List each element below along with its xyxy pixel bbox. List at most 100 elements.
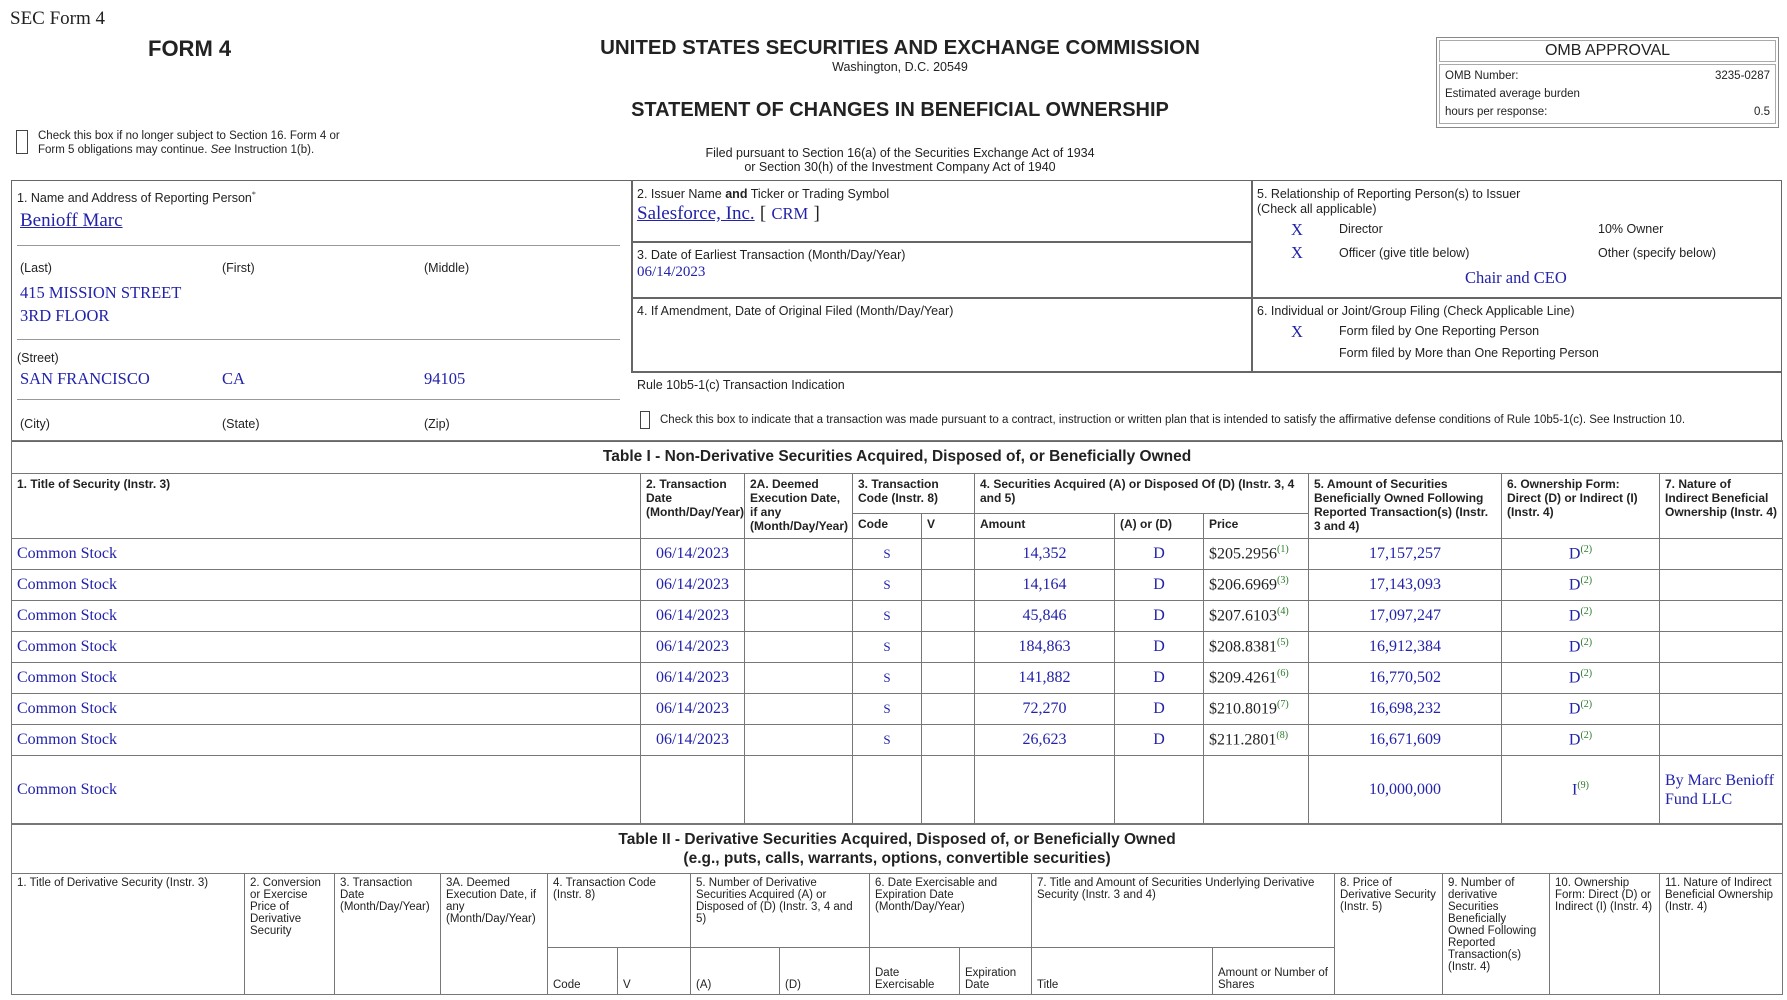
footnote-ref[interactable]: (7) [1277,699,1289,710]
last-label: (Last) [20,261,52,275]
director-check[interactable]: X [1291,220,1303,240]
t1-aord: (A) or (D) [1114,513,1204,539]
b2c: Ticker or Trading Symbol [747,187,890,201]
code-value: S [883,608,891,623]
amount-value: 14,352 [1022,545,1067,562]
rule-text: Check this box to indicate that a transa… [660,414,1686,426]
cell-empty [921,724,975,756]
cell-code: S [852,569,922,601]
cell-code: S [852,600,922,632]
cell-empty [921,600,975,632]
form-value: D [1568,669,1581,687]
footnote-ref[interactable]: (2) [1580,575,1592,586]
box6-label: 6. Individual or Joint/Group Filing (Che… [1257,304,1575,318]
cell-nature [1658,631,1784,663]
zip-label: (Zip) [424,417,450,431]
table-row: Common Stock 06/14/2023 S 45,846 D $207.6103(… [11,600,1784,632]
filed-line2: or Section 30(h) of the Investment Compa… [744,160,1056,174]
t2-exp: Expiration Date [959,947,1032,995]
cell-empty [921,538,975,570]
cell-price [1203,755,1309,825]
filed-pursuant: Filed pursuant to Section 16(a) of the S… [600,146,1200,174]
t1-h6: 6. Ownership Form: Direct (D) or Indirec… [1501,473,1660,539]
officer-check[interactable]: X [1291,243,1303,263]
footnote-ref[interactable]: (2) [1580,637,1592,648]
code-value: S [883,732,891,747]
t2-h1: 1. Title of Derivative Security (Instr. … [11,873,245,995]
cell-code: S [852,693,922,725]
cell-owned: 10,000,000 [1308,755,1502,825]
title-value: Common Stock [17,700,118,717]
t1-h3: 3. Transaction Code (Instr. 8) [852,473,975,514]
footnote-ref[interactable]: (1) [1277,544,1289,555]
t2-title1: Table II - Derivative Securities Acquire… [618,830,1176,848]
issuer-link[interactable]: Salesforce, Inc. [637,203,755,224]
street-label: (Street) [17,351,59,365]
cell-title: Common Stock [11,755,641,825]
form-value: D [1568,731,1581,749]
cell-form: D(2) [1501,600,1660,632]
cell-nature [1658,538,1784,570]
cell-price: $211.2801(8) [1203,724,1309,756]
cell-price: $208.8381(5) [1203,631,1309,663]
footnote-ref[interactable]: (5) [1277,637,1289,648]
footnote-ref[interactable]: (2) [1580,668,1592,679]
footnote-ref[interactable]: (6) [1277,668,1289,679]
footnote-ref[interactable]: (2) [1580,606,1592,617]
middle-label: (Middle) [424,261,470,275]
footnote-ref[interactable]: (2) [1580,544,1592,555]
footnote-ref[interactable]: (4) [1277,606,1289,617]
cell-date: 06/14/2023 [640,569,745,601]
t1-h2a: 2A. Deemed Execution Date, if any (Month… [744,473,853,539]
officer-label: Officer (give title below) [1339,246,1470,260]
omb-number-row: OMB Number: 3235-0287 [1445,67,1770,85]
cell-ad: D [1114,631,1204,663]
cell-date: 06/14/2023 [640,662,745,694]
ad-value: D [1153,731,1165,748]
reporting-person-link[interactable]: Benioff Marc [20,210,123,232]
footnote-ref[interactable]: (2) [1580,699,1592,710]
cell-nature [1658,662,1784,694]
t1-h2: 2. Transaction Date (Month/Day/Year) [640,473,745,539]
cell-owned: 16,770,502 [1308,662,1502,694]
t2-title: Title [1031,947,1213,995]
t2-h9: 9. Number of derivative Securities Benef… [1442,873,1550,995]
cell-ad: D [1114,569,1204,601]
cell-price: $206.6969(3) [1203,569,1309,601]
cell-empty [744,693,853,725]
footnote-ref[interactable]: (9) [1577,780,1589,791]
t2-title2: (e.g., puts, calls, warrants, options, c… [683,849,1111,867]
t1-amount: Amount [974,513,1115,539]
cell-owned: 16,698,232 [1308,693,1502,725]
cell-title: Common Stock [11,693,641,725]
ad-value: D [1153,576,1165,593]
b2a: 2. Issuer Name [637,187,726,201]
title-value: Common Stock [17,731,118,748]
cell-form: D(2) [1501,693,1660,725]
rule-checkbox[interactable] [640,411,650,429]
footnote-ref[interactable]: (8) [1276,730,1288,741]
ten-percent-owner-label: 10% Owner [1598,222,1664,236]
cell-owned: 16,912,384 [1308,631,1502,663]
cell-form: D(2) [1501,662,1660,694]
cell-empty [744,631,853,663]
table-1: Table I - Non-Derivative Securities Acqu… [10,440,1784,825]
cell-price: $207.6103(4) [1203,600,1309,632]
cell-title: Common Stock [11,538,641,570]
box5-label: 5. Relationship of Reporting Person(s) t… [1257,187,1520,217]
cell-code: S [852,538,922,570]
date-value: 06/14/2023 [656,669,729,686]
cell-form: D(2) [1501,538,1660,570]
t1-h5: 5. Amount of Securities Beneficially Own… [1308,473,1502,539]
cell-amount: 141,882 [974,662,1115,694]
date-value: 06/14/2023 [656,731,729,748]
t1-h4: 4. Securities Acquired (A) or Disposed O… [974,473,1309,514]
footnote-ref[interactable]: (3) [1277,575,1289,586]
footnote-ref[interactable]: (2) [1580,730,1592,741]
cell-amount [974,755,1115,825]
section16-checkbox[interactable] [16,130,28,154]
one-person-check[interactable]: X [1291,322,1303,342]
date-value: 06/14/2023 [656,607,729,624]
cell-code: S [852,662,922,694]
amount-value: 141,882 [1018,669,1071,686]
